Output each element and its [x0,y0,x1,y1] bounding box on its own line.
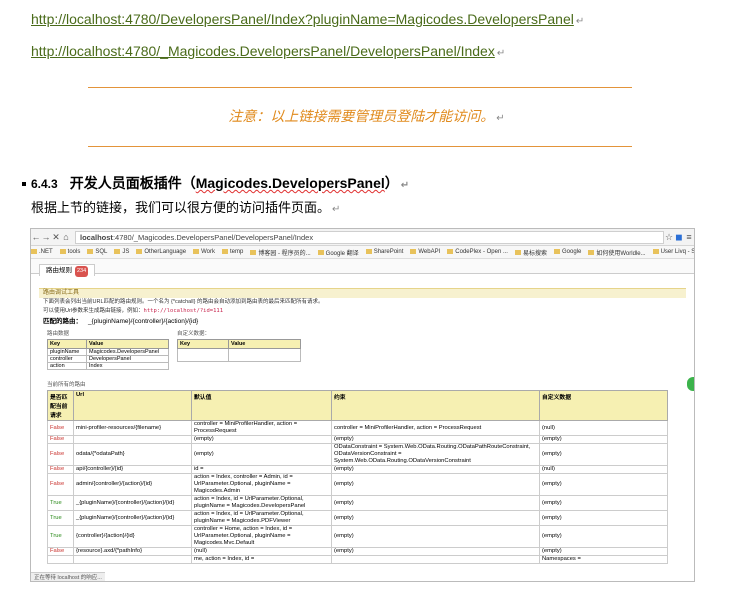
bookmark-item[interactable]: Google [554,248,581,255]
link-developers-panel-path[interactable]: http://localhost:4780/_Magicodes.Develop… [31,43,505,59]
bookmarks-bar: .NET tools SQL JS OtherLanguage Work temp 博客园 -… [31,246,694,259]
table-row: False (empty) (empty) (empty) [47,435,668,444]
folder-icon [87,248,94,254]
bookmark-item[interactable]: JS [114,248,129,255]
link-developers-panel-query[interactable]: http://localhost:4780/DevelopersPanel/In… [31,11,584,27]
folder-icon [365,248,372,254]
routes-caption: 当前所有的路由 [47,382,86,388]
bookmark-item[interactable]: 博客园 - 程序员的... [250,248,311,257]
bookmark-item[interactable]: tools [59,248,80,255]
section-title-suffix: ） [384,175,399,191]
paragraph-mark: ↵ [496,48,506,59]
close-icon[interactable]: ✕ [51,232,61,243]
bookmark-item[interactable]: WebAPI [410,248,440,255]
folder-icon [59,248,66,254]
route-data-section: 路由数据 Key Value pluginName Magicodes.Develo… [47,329,169,370]
page-tab-bar: 路由规则 234 [31,259,694,277]
star-icon[interactable]: ☆ [664,232,674,243]
table-row: True _{pluginName}/{controller}/{action}/… [47,510,668,526]
description-line-2: 可以使用Url参数来生成路由链接，例如：http://localhost/?id… [43,308,224,314]
bookmark-item[interactable]: 如何使用Worldle... [588,248,646,257]
section-heading: 6.4.3 开发人员面板插件（Magicodes.DevelopersPanel）… [22,173,409,193]
section-number: 6.4.3 [31,177,58,191]
menu-icon[interactable]: ≡ [684,232,694,242]
table-row: False odata/{*odataPath} (empty) ODataConst… [47,443,668,466]
bookmark-item[interactable]: .NET [31,248,53,255]
body-paragraph: 根据上节的链接，我们可以很方便的访问插件页面。 ↵ [31,200,341,215]
section-title-name: Magicodes.DevelopersPanel [195,175,385,191]
folder-icon [447,248,454,254]
home-icon[interactable]: ⌂ [61,232,71,242]
folder-icon [652,248,659,254]
folder-icon [193,248,200,254]
bullet-icon [22,182,26,187]
embedded-browser-screenshot: ← → ✕ ⌂ localhost:4780/_Magicodes.Develo… [30,228,695,582]
folder-icon [588,250,595,256]
route-data-row: controller DevelopersPanel [47,355,169,363]
browser-address-bar: ← → ✕ ⌂ localhost:4780/_Magicodes.Develo… [31,229,694,246]
notice-text: 注意：以上链接需要管理员登陆才能访问。 ↵ [228,108,505,124]
bookmark-item[interactable]: Google 翻译 [317,248,359,257]
folder-icon [554,248,560,254]
table-row-partial: me, action = Index, id = Namespaces = [47,555,668,564]
routes-table: 是否匹配当前请求 Url 默认值 约束 自定义数据 False mini-prof… [47,390,668,564]
route-data-row: pluginName Magicodes.DevelopersPanel [47,348,169,356]
folder-icon [221,248,228,254]
table-row: True {controller}/{action}/{id} controller… [47,525,668,548]
paragraph-mark: ↵ [575,16,585,27]
custom-data-section: 自定义数据： Key Value [177,329,301,370]
custom-data-table: Key Value [177,339,301,362]
folder-icon [317,250,324,256]
bookmark-item[interactable]: CodePlex - Open ... [447,248,508,255]
bookmark-item[interactable]: Work [193,248,215,255]
section-title-prefix: 开发人员面板插件（ [69,175,196,191]
bookmark-item[interactable]: SharePoint [365,248,403,255]
table-row: True _{pluginName}/{controller}/{action}/… [47,495,668,511]
route-data-table: Key Value pluginName Magicodes.DevelopersP… [47,339,169,370]
back-icon[interactable]: ← [31,232,41,242]
notice-bottom-rule [88,146,632,147]
table-row: False mini-profiler-resources/{filename} c… [47,420,668,436]
bookmark-item[interactable]: User Livq - Stack ... [652,248,694,255]
panel-title: 路由调试工具 [39,288,686,298]
route-data-row: action Index [47,362,169,370]
folder-icon [136,248,143,254]
folder-icon [31,248,37,254]
url-field[interactable]: localhost:4780/_Magicodes.DevelopersPane… [75,230,664,244]
folder-icon [250,250,257,256]
description-line: 下面列表会列出当前URL匹配的路由规则。一个名为 {*catchall} 的路由… [43,299,324,305]
folder-icon [410,248,417,254]
tab-badge: 234 [75,266,89,277]
folder-icon [514,250,521,256]
extension-icon[interactable]: ◼ [674,232,684,243]
table-row: False admin/{controller}/{action}/{id} act… [47,473,668,496]
status-bar: 正在等待 localhost 的响应... [31,572,105,581]
bookmark-item[interactable]: temp [221,248,243,255]
notice-top-rule [88,87,632,88]
side-tool-button[interactable] [687,377,694,391]
tab-route-rules[interactable]: 路由规则 234 [39,264,96,277]
forward-icon[interactable]: → [41,232,51,242]
bookmark-item[interactable]: SQL [87,248,107,255]
bookmark-item[interactable]: 易标搜索 [514,248,547,257]
matched-route: 匹配的路由： _{pluginName}/{controller}/{action… [43,318,199,325]
folder-icon [114,248,121,254]
table-row: False api/{controller}/{id} id = (empty) (nu… [47,465,668,474]
table-row: False {resource}.axd/{*pathInfo} (null) (em… [47,547,668,556]
bookmark-item[interactable]: OtherLanguage [136,248,186,255]
